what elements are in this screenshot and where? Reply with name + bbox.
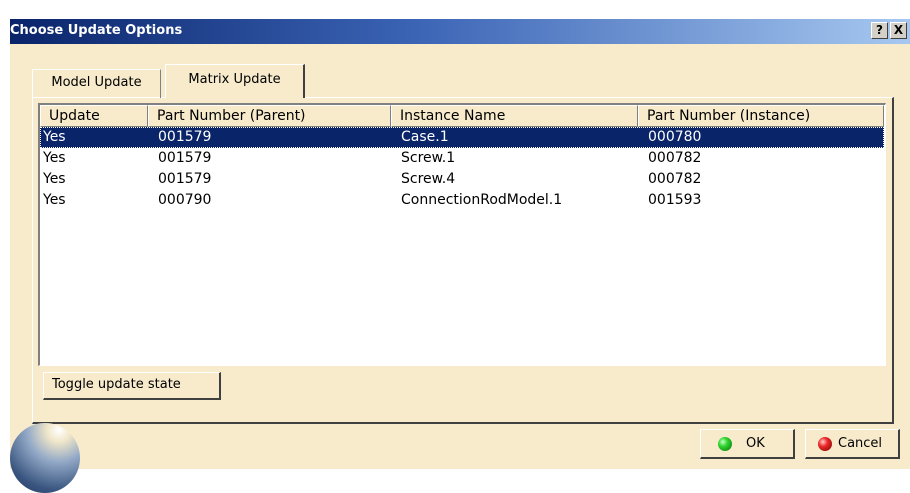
- cell-instance-part: 000782: [648, 150, 702, 166]
- cell-update: Yes: [43, 150, 66, 166]
- cell-parent-part: 001579: [158, 150, 212, 166]
- ok-button[interactable]: OK: [700, 429, 795, 459]
- column-header-update[interactable]: Update: [40, 105, 148, 127]
- cell-instance-name: Case.1: [401, 129, 449, 145]
- dialog-title: Choose Update Options: [10, 23, 183, 38]
- table-row[interactable]: Yes 001579 Screw.4 000782: [40, 169, 884, 190]
- cell-instance-part: 000782: [648, 171, 702, 187]
- cell-instance-part: 000780: [648, 129, 702, 145]
- table-row[interactable]: Yes 001579 Screw.1 000782: [40, 148, 884, 169]
- ok-button-label: OK: [746, 436, 765, 451]
- cell-instance-name: Screw.4: [401, 171, 456, 187]
- column-header-instance-part[interactable]: Part Number (Instance): [638, 105, 884, 127]
- cell-update: Yes: [43, 192, 66, 208]
- tab-model-update[interactable]: Model Update: [32, 69, 161, 98]
- toggle-update-state-button[interactable]: Toggle update state: [43, 372, 221, 400]
- column-header-instance-name[interactable]: Instance Name: [391, 105, 638, 127]
- cell-update: Yes: [43, 171, 66, 187]
- tab-matrix-update[interactable]: Matrix Update: [165, 64, 305, 98]
- red-dot-icon: [818, 437, 832, 451]
- table-row[interactable]: Yes 000790 ConnectionRodModel.1 001593: [40, 190, 884, 211]
- table-row[interactable]: Yes 001579 Case.1 000780: [40, 127, 884, 148]
- cancel-button-label: Cancel: [838, 436, 883, 451]
- cell-parent-part: 001579: [158, 129, 212, 145]
- cell-instance-name: Screw.1: [401, 150, 456, 166]
- cell-instance-name: ConnectionRodModel.1: [401, 192, 563, 208]
- update-list[interactable]: Update Part Number (Parent) Instance Nam…: [38, 103, 886, 366]
- cancel-button[interactable]: Cancel: [805, 429, 900, 459]
- catia-logo-icon: [10, 423, 80, 493]
- close-button[interactable]: X: [890, 22, 907, 39]
- cell-parent-part: 000790: [158, 192, 212, 208]
- help-button[interactable]: ?: [871, 22, 888, 39]
- title-bar[interactable]: Choose Update Options ? X: [10, 19, 910, 44]
- green-dot-icon: [718, 437, 732, 451]
- update-options-dialog: Choose Update Options ? X Model Update M…: [10, 19, 910, 493]
- cell-instance-part: 001593: [648, 192, 702, 208]
- column-header-parent-part[interactable]: Part Number (Parent): [148, 105, 391, 127]
- cell-update: Yes: [43, 129, 66, 145]
- cell-parent-part: 001579: [158, 171, 212, 187]
